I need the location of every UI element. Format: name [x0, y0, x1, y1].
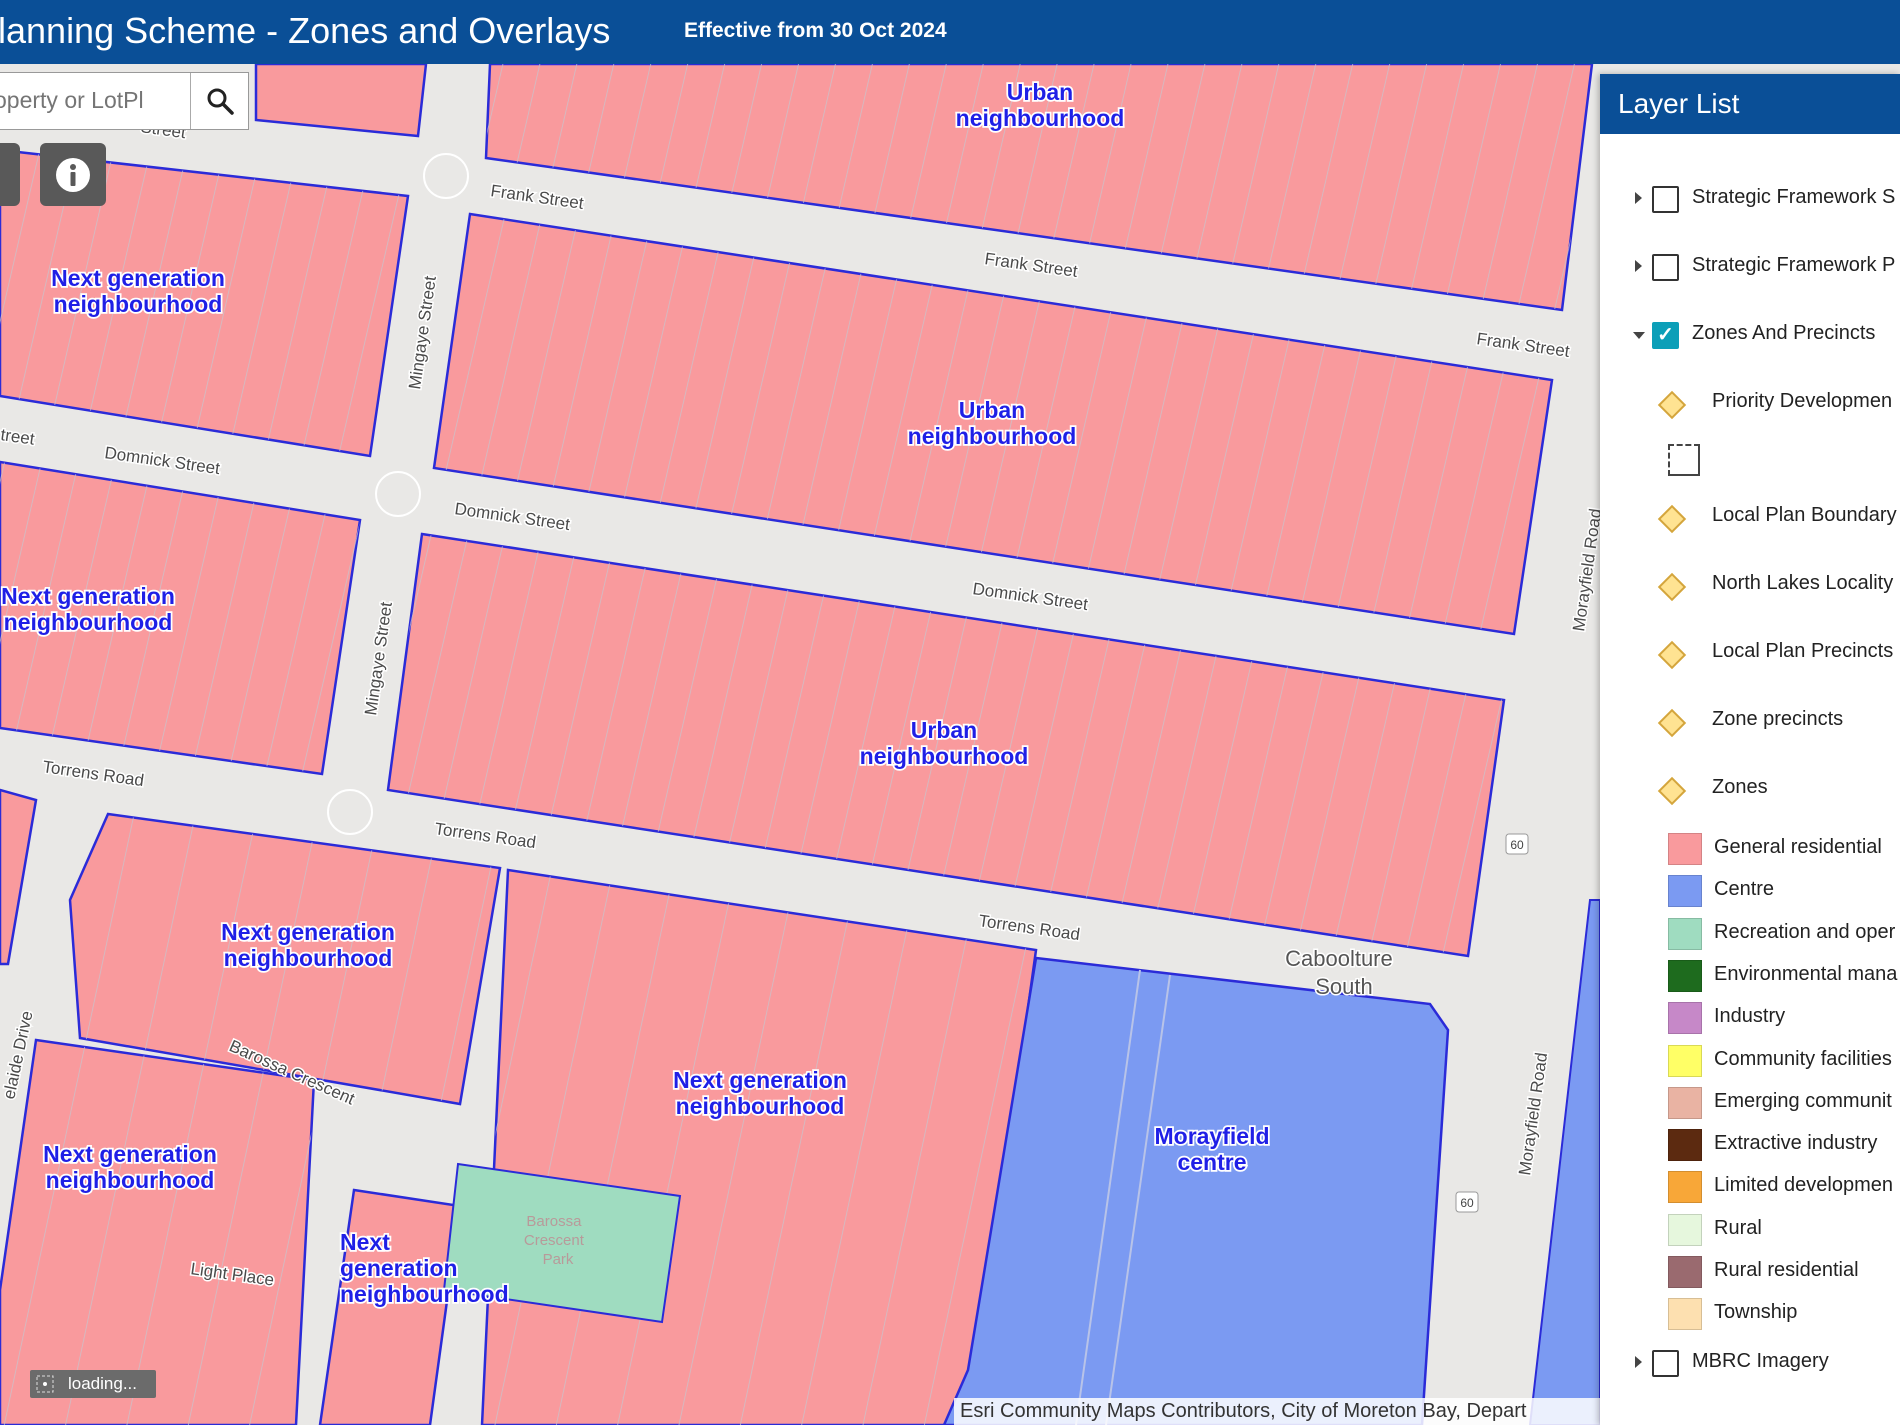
legend-label: Limited developmen	[1714, 1174, 1893, 1197]
sublayer-symbol-row	[1600, 438, 1900, 478]
layer-diamond-icon	[1657, 504, 1687, 534]
legend-item: Rural residential	[1600, 1250, 1900, 1290]
sublayer-label: North Lakes Locality	[1712, 572, 1894, 594]
legend-label: Township	[1714, 1301, 1798, 1324]
layer-row[interactable]: Strategic Framework P	[1600, 247, 1900, 287]
layer-checkbox[interactable]	[1652, 1350, 1679, 1377]
legend-label: Industry	[1714, 1005, 1786, 1028]
legend-item: Emerging communit	[1600, 1081, 1900, 1121]
sublayer-row[interactable]: Zone precincts	[1600, 701, 1900, 741]
legend-swatch	[1668, 959, 1702, 992]
loading-indicator: loading...	[30, 1370, 156, 1398]
svg-text:60: 60	[1510, 838, 1524, 852]
layer-diamond-icon	[1657, 572, 1687, 602]
legend-item: Industry	[1600, 996, 1900, 1036]
layer-diamond-icon	[1657, 390, 1687, 420]
info-icon	[56, 157, 90, 192]
layer-checkbox[interactable]	[1652, 254, 1679, 281]
legend-item: Recreation and oper	[1600, 912, 1900, 952]
expand-arrow-icon[interactable]	[1635, 1356, 1642, 1368]
layer-label: Strategic Framework S	[1692, 186, 1896, 208]
legend-item: General residential	[1600, 827, 1900, 867]
legend-label: Extractive industry	[1714, 1132, 1878, 1155]
crosshair-icon	[36, 1375, 54, 1393]
sublayer-label: Priority Developmen	[1712, 390, 1893, 412]
sublayer-row[interactable]: Zones	[1600, 769, 1900, 809]
legend-item: Centre	[1600, 869, 1900, 909]
legend-swatch	[1668, 1298, 1702, 1331]
legend-label: Centre	[1714, 878, 1775, 901]
legend-swatch	[1668, 1171, 1702, 1204]
legend-swatch	[1668, 875, 1702, 908]
expand-arrow-icon[interactable]	[1635, 192, 1642, 204]
panel-title: Layer List	[1600, 74, 1900, 134]
expand-arrow-icon[interactable]	[1635, 260, 1642, 272]
sublayer-row[interactable]: Local Plan Precincts	[1600, 633, 1900, 673]
legend-label: General residential	[1714, 836, 1882, 858]
zone-label: Next generation neighbourhood	[221, 919, 395, 971]
legend-label: Environmental mana	[1714, 962, 1898, 985]
layer-row[interactable]: ✓ Zones And Precincts	[1600, 315, 1900, 355]
layer-label: MBRC Imagery	[1692, 1350, 1829, 1372]
legend-swatch	[1668, 1256, 1702, 1288]
sublayer-label: Zones	[1712, 776, 1768, 798]
legend-item: Environmental mana	[1600, 954, 1900, 994]
legend-label: Community facilities	[1714, 1047, 1892, 1070]
legend-item: Rural	[1600, 1208, 1900, 1248]
legend-label: Recreation and oper	[1714, 920, 1896, 943]
zone-label: Next generation neighbourhood	[673, 1067, 847, 1119]
legend-item: Township	[1600, 1292, 1900, 1332]
effective-date: Effective from 30 Oct 2024	[684, 19, 947, 42]
app-title: lanning Scheme - Zones and Overlays	[0, 10, 611, 51]
layer-diamond-icon	[1657, 776, 1687, 806]
layer-list-panel: Layer List Strategic Framework S Strateg…	[1600, 74, 1900, 1425]
zone-label: Next generation neighbourhood	[51, 265, 225, 317]
layer-row[interactable]: Strategic Framework S	[1600, 179, 1900, 219]
layer-label: Strategic Framework P	[1692, 254, 1896, 276]
legend-swatch	[1668, 1213, 1702, 1246]
search-input[interactable]	[0, 73, 190, 127]
search-icon	[207, 88, 234, 115]
sublayer-label: Local Plan Precincts	[1712, 640, 1894, 662]
layer-checkbox-checked[interactable]: ✓	[1652, 322, 1679, 349]
layer-diamond-icon	[1657, 708, 1687, 738]
legend-swatch	[1668, 1129, 1702, 1162]
legend-label: Rural	[1714, 1216, 1762, 1239]
info-button[interactable]	[40, 143, 106, 206]
legend-swatch	[1668, 1086, 1702, 1119]
svg-text:60: 60	[1460, 1196, 1474, 1210]
sublayer-label: Zone precincts	[1712, 708, 1844, 730]
legend-label: Emerging communit	[1714, 1089, 1892, 1112]
collapse-arrow-icon[interactable]	[1633, 332, 1645, 339]
layer-checkbox[interactable]	[1652, 186, 1679, 213]
legend-swatch	[1668, 1044, 1702, 1077]
layer-label: Zones And Precincts	[1692, 322, 1876, 344]
legend-label: Rural residential	[1714, 1259, 1859, 1281]
sublayer-row[interactable]: Local Plan Boundary	[1600, 497, 1900, 537]
sublayer-label: Local Plan Boundary	[1712, 504, 1897, 526]
map-tool-button[interactable]	[0, 143, 20, 206]
map-attribution: Esri Community Maps Contributors, City o…	[954, 1398, 1606, 1425]
legend-item: Community facilities	[1600, 1039, 1900, 1079]
search-box	[0, 72, 249, 130]
app-header: lanning Scheme - Zones and Overlays Effe…	[0, 0, 1900, 64]
layer-diamond-icon	[1657, 640, 1687, 670]
legend-swatch	[1668, 833, 1702, 865]
zone-label: Next generation neighbourhood	[1, 583, 175, 635]
zone-label: Next generation neighbourhood	[43, 1141, 217, 1193]
layer-row[interactable]: MBRC Imagery	[1600, 1343, 1900, 1383]
empty-symbol-icon	[1668, 444, 1700, 476]
sublayer-row[interactable]: Priority Developmen	[1600, 383, 1900, 423]
loading-text: loading...	[68, 1374, 137, 1393]
legend-item: Extractive industry	[1600, 1123, 1900, 1163]
legend-swatch	[1668, 1002, 1702, 1035]
search-button[interactable]	[190, 73, 249, 129]
legend-item: Limited developmen	[1600, 1165, 1900, 1205]
legend-swatch	[1668, 917, 1702, 950]
sublayer-row[interactable]: North Lakes Locality	[1600, 565, 1900, 605]
